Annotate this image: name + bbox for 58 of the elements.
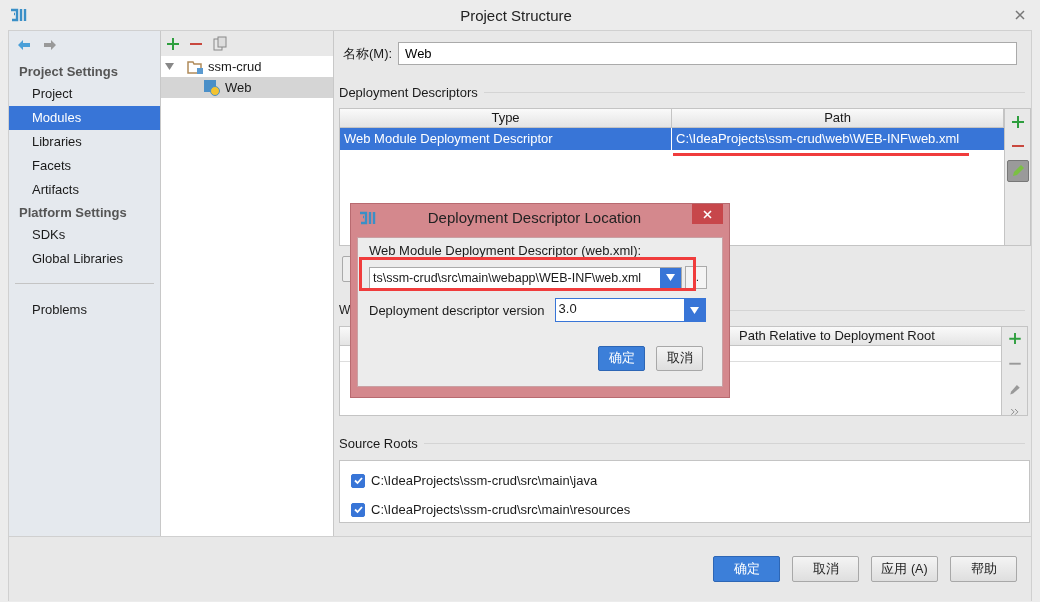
tree-item[interactable]: ssm-crud xyxy=(161,56,333,77)
sidebar-item[interactable]: Global Libraries xyxy=(9,247,161,271)
edit-button[interactable] xyxy=(1006,160,1029,182)
sidebar-item[interactable]: Problems xyxy=(9,298,161,322)
section-title: Deployment Descriptors xyxy=(339,84,478,100)
web-module-icon xyxy=(204,79,221,96)
app-logo-icon xyxy=(10,8,28,22)
window-title: Project Structure xyxy=(460,6,572,24)
column-header[interactable]: Type xyxy=(340,109,672,127)
app-logo-icon xyxy=(359,210,377,225)
table-row[interactable]: Web Module Deployment Descriptor C:\IdeaProjects\ssm-crud\web\WEB-INF\web.xml xyxy=(340,128,1004,150)
sidebar-item[interactable]: Libraries xyxy=(9,130,161,154)
sidebar-item[interactable]: Artifacts xyxy=(9,178,161,202)
source-root-path: C:\IdeaProjects\ssm-crud\src\main\java xyxy=(371,473,598,488)
dropdown-arrow-icon xyxy=(666,274,675,281)
section-title: W xyxy=(339,303,351,317)
dialog-title: Deployment Descriptor Location xyxy=(427,209,642,226)
expand-triangle-icon[interactable] xyxy=(165,62,175,71)
add-icon[interactable] xyxy=(1011,116,1024,128)
close-icon[interactable] xyxy=(1014,9,1026,21)
pencil-icon xyxy=(1010,164,1025,178)
dialog-button[interactable]: 确定 xyxy=(598,346,645,371)
table-cell-text: Web Module Deployment Descriptor xyxy=(343,130,554,148)
sidebar-item[interactable]: Facets xyxy=(9,154,161,178)
name-label: 名称(M): xyxy=(343,44,393,63)
name-field[interactable]: Web xyxy=(398,42,1018,65)
path-combobox[interactable]: ts\ssm-crud\src\main\webapp\WEB-INF\web.xml xyxy=(369,266,682,289)
sidebar-item[interactable]: SDKs xyxy=(9,223,161,247)
dialog-button[interactable]: 帮助 xyxy=(950,556,1017,582)
dialog-button[interactable]: 确定 xyxy=(713,556,780,582)
more-icon[interactable] xyxy=(1010,409,1019,415)
pencil-icon[interactable] xyxy=(1008,383,1021,396)
close-icon xyxy=(703,209,712,219)
dialog-button[interactable]: 取消 xyxy=(656,346,703,371)
folder-icon xyxy=(187,59,204,74)
path-label: Web Module Deployment Descriptor (web.xml): xyxy=(369,243,642,258)
column-header[interactable]: Path xyxy=(672,109,1004,127)
dropdown-arrow-icon xyxy=(689,306,699,314)
source-root-path: C:\IdeaProjects\ssm-crud\src\main\resources xyxy=(371,502,631,517)
forward-arrow-icon[interactable] xyxy=(43,39,57,51)
section-heading: Platform Settings xyxy=(18,204,128,222)
tree-item[interactable]: Web xyxy=(161,77,333,98)
section-heading: Project Settings xyxy=(18,63,119,81)
add-icon[interactable] xyxy=(1008,333,1021,345)
back-arrow-icon[interactable] xyxy=(17,39,31,51)
version-combobox[interactable]: 3.0 xyxy=(554,298,706,322)
table-cell: C:\IdeaProjects\ssm-crud\web\WEB-INF\web.xml xyxy=(671,128,1002,150)
checkbox[interactable] xyxy=(351,473,365,488)
sidebar-item[interactable]: Modules xyxy=(9,106,161,130)
add-icon[interactable] xyxy=(167,37,180,50)
close-button[interactable] xyxy=(692,204,723,224)
version-label: Deployment descriptor version xyxy=(369,302,545,318)
checkbox[interactable] xyxy=(351,502,365,517)
dialog-button[interactable]: 应用 (A) xyxy=(871,556,938,582)
copy-icon[interactable] xyxy=(213,36,228,51)
section-title: Source Roots xyxy=(339,435,418,451)
sidebar-item[interactable]: Project xyxy=(9,82,161,106)
dialog-button[interactable]: 取消 xyxy=(792,556,859,582)
